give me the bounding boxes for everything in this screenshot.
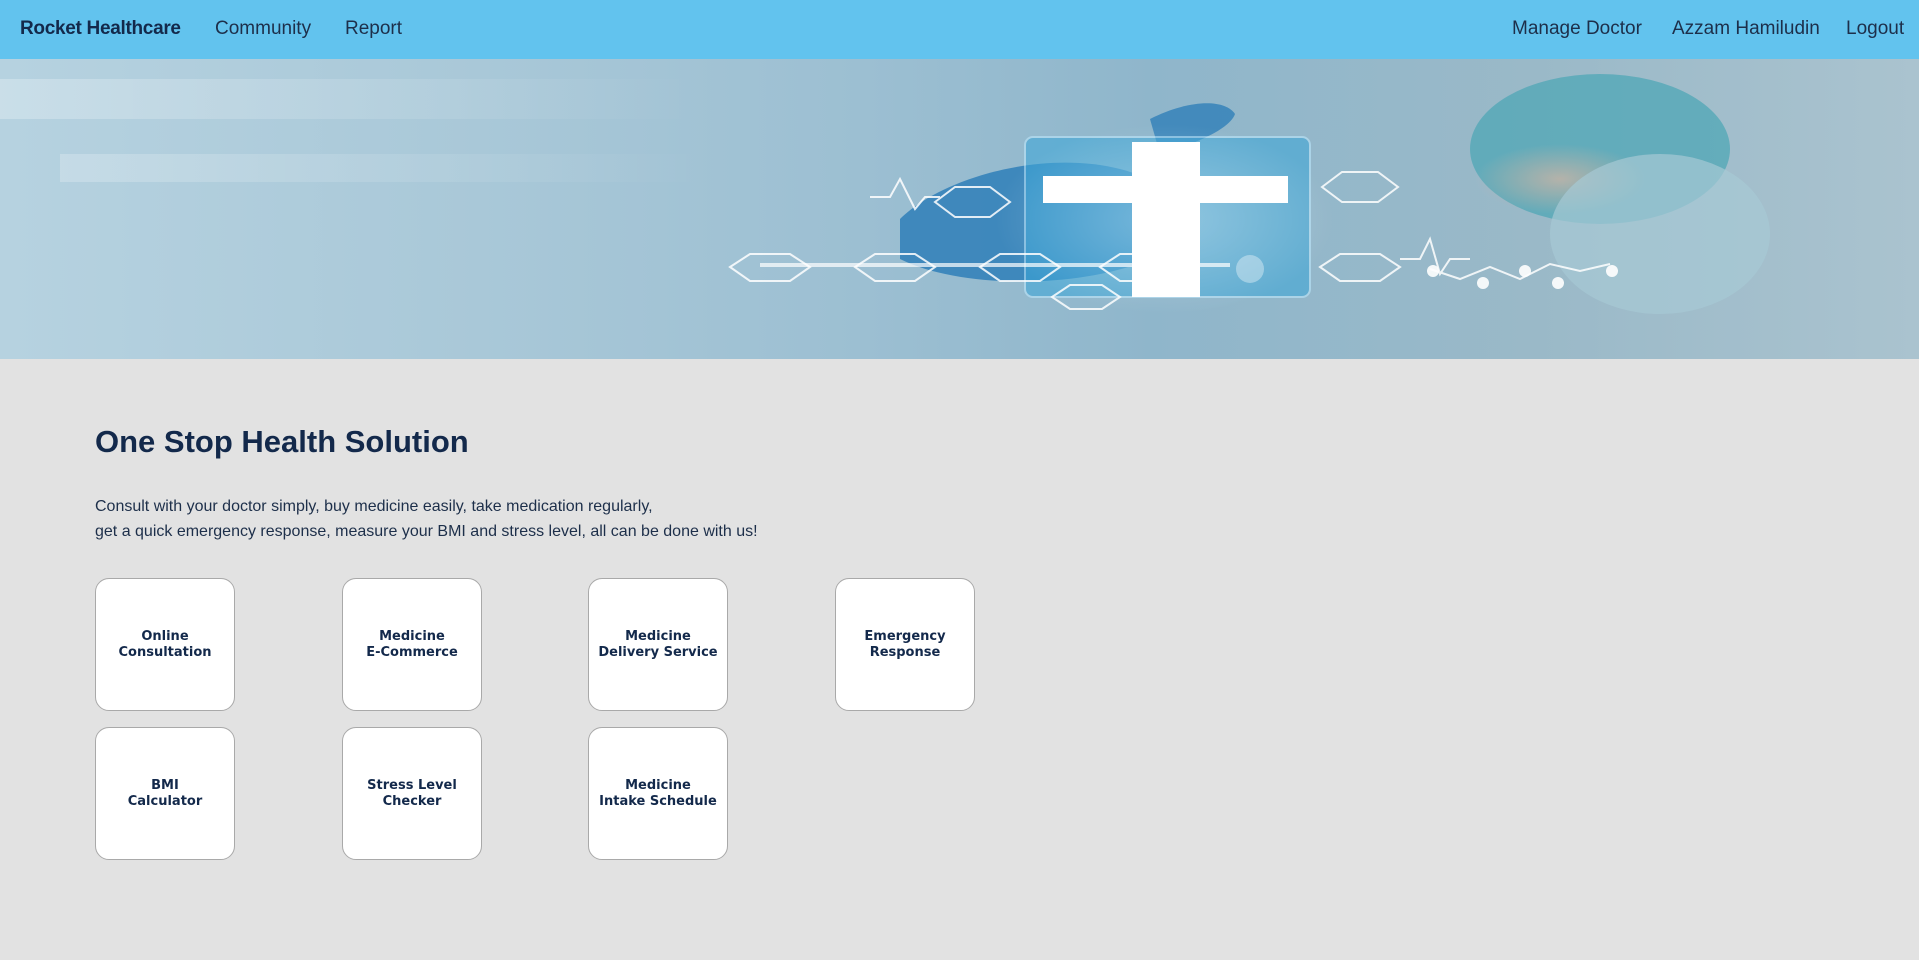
medicine-ecommerce-card[interactable]: Medicine E-Commerce (342, 578, 482, 711)
card-label: Medicine Delivery Service (598, 628, 718, 660)
online-consultation-card[interactable]: Online Consultation (95, 578, 235, 711)
page-description: Consult with your doctor simply, buy med… (95, 494, 758, 544)
card-label: Medicine Intake Schedule (599, 777, 717, 809)
card-label: Medicine E-Commerce (366, 628, 458, 660)
card-label: Stress Level Checker (367, 777, 457, 809)
card-label: Emergency Response (864, 628, 946, 660)
description-line-2: get a quick emergency response, measure … (95, 523, 758, 540)
medicine-intake-schedule-card[interactable]: Medicine Intake Schedule (588, 727, 728, 860)
top-navbar: Rocket Healthcare Community Report Manag… (0, 0, 1919, 59)
card-label: BMI Calculator (127, 777, 203, 809)
nav-report-link[interactable]: Report (345, 18, 402, 40)
page-title: One Stop Health Solution (95, 424, 469, 459)
nav-logout-link[interactable]: Logout (1846, 18, 1904, 40)
card-label: Online Consultation (118, 628, 212, 660)
nav-manage-doctor-link[interactable]: Manage Doctor (1512, 18, 1642, 40)
medical-banner-image (0, 74, 1770, 314)
nav-user-profile-link[interactable]: Azzam Hamiludin (1672, 18, 1820, 40)
brand-logo[interactable]: Rocket Healthcare (20, 18, 181, 40)
emergency-response-card[interactable]: Emergency Response (835, 578, 975, 711)
description-line-1: Consult with your doctor simply, buy med… (95, 498, 653, 515)
bmi-calculator-card[interactable]: BMI Calculator (95, 727, 235, 860)
medicine-delivery-service-card[interactable]: Medicine Delivery Service (588, 578, 728, 711)
hero-banner (0, 59, 1919, 359)
nav-community-link[interactable]: Community (215, 18, 311, 40)
stress-level-checker-card[interactable]: Stress Level Checker (342, 727, 482, 860)
